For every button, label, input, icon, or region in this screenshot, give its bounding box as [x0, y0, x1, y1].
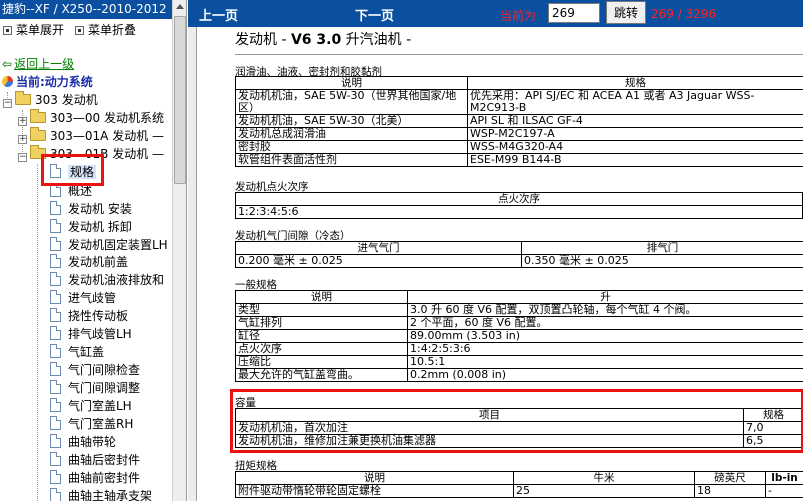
table-row: 发动机机油，SAE 5W-30（世界其他国家/地区） 优先采用：API SJ/EC… — [235, 89, 803, 115]
tree-item[interactable]: 发动机固定装置LH — [50, 235, 168, 253]
expand-icon[interactable]: + — [18, 135, 27, 144]
document-icon — [50, 362, 61, 376]
back-arrow-icon: ⇦ — [2, 57, 13, 71]
page-navigation-bar: 上一页 下一页 当前为 跳转 269 / 3296 — [188, 0, 803, 27]
tree-menu-bar: 菜单展开 菜单折叠 — [0, 21, 172, 39]
document-icon — [50, 452, 61, 466]
tree-item[interactable]: 发动机 拆卸 — [50, 217, 132, 235]
table-header-row: 说明升 — [235, 290, 803, 304]
tree-item[interactable]: 发动机 安装 — [50, 199, 132, 217]
lubricants-table: 说明 规格 发动机机油，SAE 5W-30（世界其他国家/地区） 优先采用：API … — [235, 76, 803, 167]
table-header-row: 进气气门 排气门 — [235, 241, 803, 255]
tree-item[interactable]: 排气歧管LH — [50, 324, 132, 342]
tree-item[interactable]: 气门室盖LH — [50, 396, 132, 414]
table-row: 气缸排列 2 个平面，60 度 V6 配置。 — [235, 316, 803, 330]
tree-item[interactable]: 曲轴前密封件 — [50, 468, 140, 486]
document-icon — [50, 326, 61, 340]
tree-item[interactable]: 挠性传动板 — [50, 306, 128, 324]
table-row: 压缩比 10.5:1 — [235, 355, 803, 369]
expand-icon[interactable]: + — [18, 117, 27, 126]
next-page-link[interactable]: 下一页 — [355, 5, 394, 24]
document-title: 发动机 - V6 3.0 升汽油机 - — [235, 32, 412, 48]
menu-collapse-button[interactable]: 菜单折叠 — [75, 21, 136, 39]
document-gutter — [188, 27, 197, 501]
table-row: 软管组件表面活性剂 ESE-M99 B144-B — [235, 153, 803, 167]
menu-expand-button[interactable]: 菜单展开 — [3, 21, 64, 39]
table-row: 密封胶 WSS-M4G320-A4 — [235, 140, 803, 154]
selection-highlight-box — [41, 154, 104, 186]
folder-icon — [30, 127, 46, 141]
table-row: 最大允许的气缸盖弯曲。 0.2mm (0.008 in) — [235, 368, 803, 382]
table-row: 附件驱动带惰轮带轮固定螺栓 25 18- — [235, 484, 803, 498]
tree-item[interactable]: 发动机油液排放和 — [50, 270, 164, 288]
table-row: 缸径 89.00mm (3.503 in) — [235, 329, 803, 343]
document-icon — [50, 308, 61, 322]
document-icon — [50, 470, 61, 484]
document-icon — [50, 272, 61, 286]
document-icon — [50, 416, 61, 430]
table-row: 发动机总成润滑油 WSP-M2C197-A — [235, 127, 803, 141]
tree-node-303-00[interactable]: +303—00 发动机系统 — [18, 109, 164, 127]
folder-icon — [30, 109, 46, 123]
tree-node-303-01a[interactable]: +303—01A 发动机 — — [18, 127, 164, 145]
document-icon — [50, 290, 61, 304]
expand-all-icon — [3, 26, 12, 35]
page-number-input[interactable] — [548, 3, 600, 23]
table-row: 1:2:3:4:5:6 — [235, 205, 803, 219]
tree-item[interactable]: 发动机前盖 — [50, 252, 128, 270]
tree-scrollbar[interactable] — [172, 0, 186, 501]
page-count: 269 / 3296 — [651, 7, 717, 21]
table-row: 发动机机油，SAE 5W-30（北美） API SL 和 ILSAC GF-4 — [235, 114, 803, 128]
table-header-row: 说明 牛米 磅英尺 lb-in — [235, 471, 803, 485]
table-row: 0.200 毫米 ± 0.025 0.350 毫米 ± 0.025 — [235, 254, 803, 268]
tree-node-303-engine[interactable]: −303 发动机 — [3, 91, 98, 109]
document-icon — [50, 219, 61, 233]
torque-specs-table: 说明 牛米 磅英尺 lb-in 附件驱动带惰轮带轮固定螺栓 25 18- — [235, 471, 803, 498]
current-page-label: 当前为 — [500, 9, 537, 23]
pie-chart-icon — [2, 76, 13, 87]
navigation-tree-pane: 捷豹--XF / X250--2010-2012 菜单展开 菜单折叠 ⇦ 返回上一… — [0, 0, 187, 501]
table-row: 类型 3.0 升 60 度 V6 配置，双顶置凸轮轴，每个气缸 4 个阀。 — [235, 303, 803, 317]
document-icon — [50, 380, 61, 394]
tree-item[interactable]: 进气歧管 — [50, 288, 116, 306]
valve-clearance-table: 进气气门 排气门 0.200 毫米 ± 0.025 0.350 毫米 ± 0.025 — [235, 241, 803, 268]
tree-item[interactable]: 曲轴主轴承支架 — [50, 486, 152, 501]
scrollbar-thumb[interactable] — [174, 16, 186, 184]
table-row: 点火次序 1:4:2:5:3:6 — [235, 342, 803, 356]
scroll-up-icon[interactable] — [176, 4, 184, 9]
table-header-row: 点火次序 — [235, 192, 803, 206]
document-icon — [50, 434, 61, 448]
tree-item[interactable]: 曲轴带轮 — [50, 432, 116, 450]
document-view: 发动机 - V6 3.0 升汽油机 - 润滑油、油液、密封剂和胶黏剂 说明 规格 … — [188, 27, 803, 501]
document-icon — [50, 201, 61, 215]
table-header-row: 说明 规格 — [235, 76, 803, 90]
document-icon — [50, 254, 61, 268]
document-icon — [50, 344, 61, 358]
title-divider — [235, 54, 803, 55]
capacity-highlight-box — [230, 389, 803, 453]
document-icon — [50, 398, 61, 412]
collapse-all-icon — [75, 26, 84, 35]
previous-page-link[interactable]: 上一页 — [199, 5, 238, 24]
document-icon — [50, 488, 61, 501]
general-specs-table: 说明升 类型 3.0 升 60 度 V6 配置，双顶置凸轮轴，每个气缸 4 个阀。… — [235, 290, 803, 382]
jump-button[interactable]: 跳转 — [606, 1, 646, 24]
tree-item[interactable]: 气缸盖 — [50, 342, 104, 360]
collapse-icon[interactable]: − — [18, 153, 27, 162]
tree-item[interactable]: 气门室盖RH — [50, 414, 133, 432]
back-link[interactable]: ⇦ 返回上一级 — [2, 55, 74, 72]
current-section: 当前:动力系统 — [2, 73, 93, 90]
tree-pane-title: 捷豹--XF / X250--2010-2012 — [0, 0, 172, 19]
tree-item[interactable]: 曲轴后密封件 — [50, 450, 140, 468]
collapse-icon[interactable]: − — [3, 99, 12, 108]
firing-order-table: 点火次序 1:2:3:4:5:6 — [235, 192, 803, 219]
tree-item[interactable]: 气门间隙调整 — [50, 378, 140, 396]
document-icon — [50, 237, 61, 251]
tree-item[interactable]: 气门间隙检查 — [50, 360, 140, 378]
folder-icon — [15, 91, 31, 105]
